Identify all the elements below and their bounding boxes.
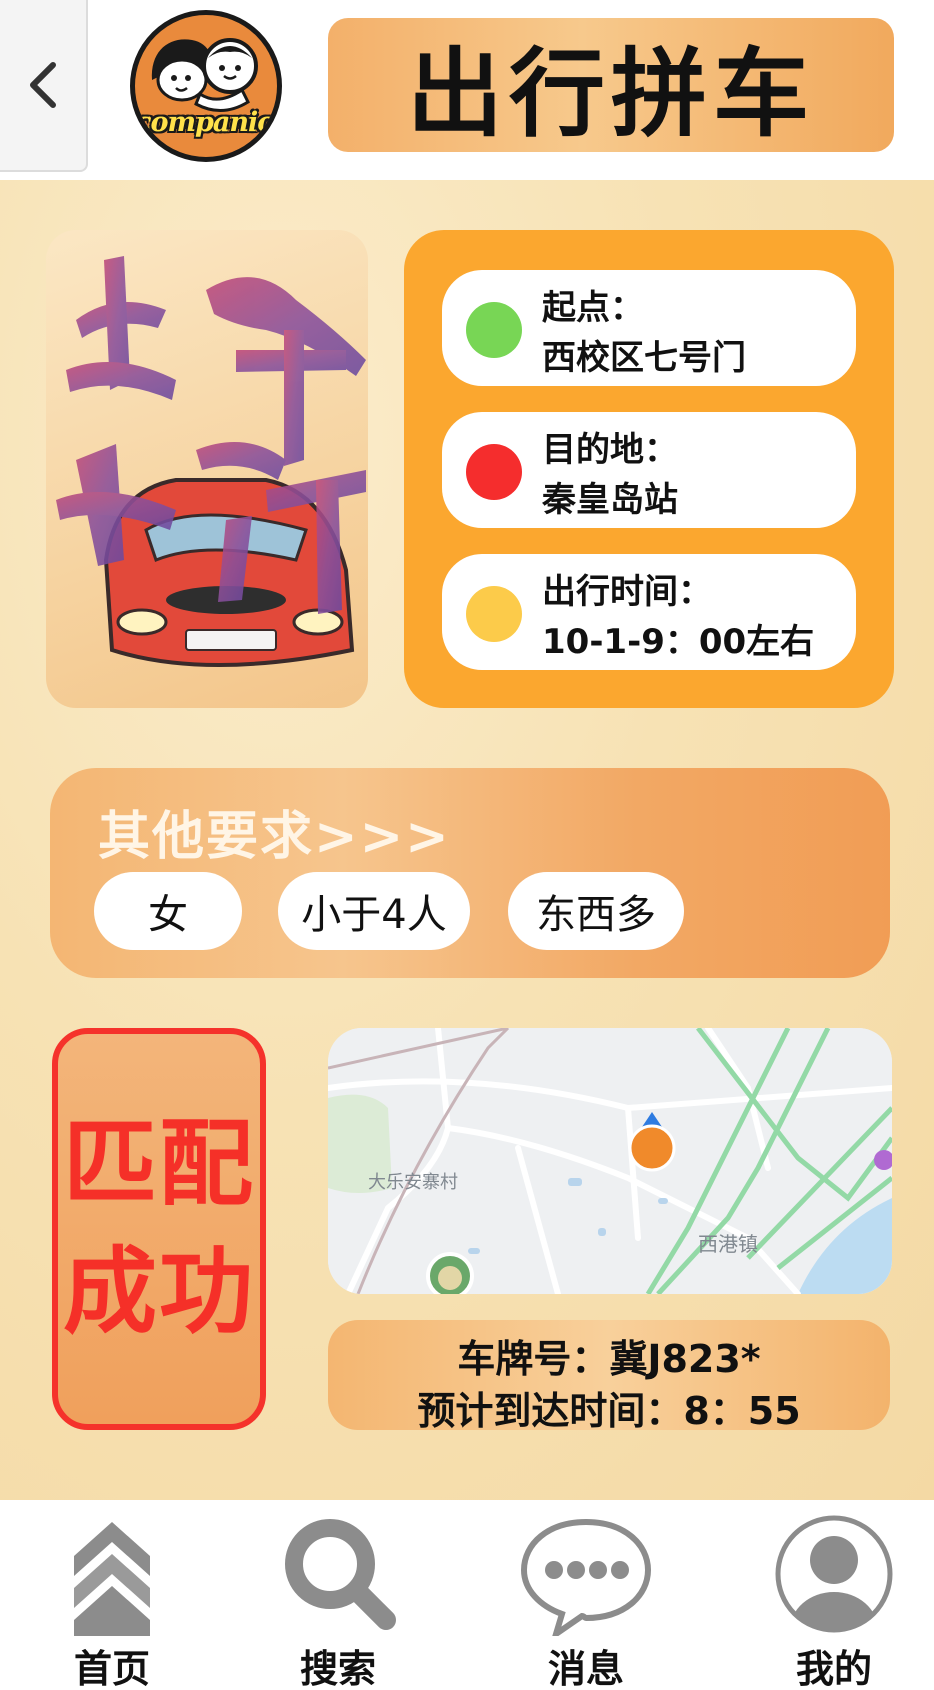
page-title: 出行拼车: [407, 37, 815, 150]
chevron-left-icon: [30, 62, 56, 108]
nav-messages-label: 消息: [547, 1647, 624, 1690]
match-line-2: 成功: [62, 1238, 255, 1347]
profile-avatar-icon: [775, 1515, 893, 1633]
estimated-arrival: 预计到达时间：8：55: [417, 1389, 801, 1433]
back-button[interactable]: [0, 0, 88, 172]
nav-home[interactable]: 首页: [42, 1512, 182, 1690]
time-dot-icon: [466, 586, 522, 642]
search-icon: [285, 1519, 396, 1630]
nav-home-label: 首页: [73, 1647, 150, 1690]
message-bubble-icon: [520, 1518, 652, 1636]
nav-search[interactable]: 搜索: [268, 1512, 408, 1690]
route-map[interactable]: 大乐安寨村 西港镇: [328, 1028, 892, 1294]
safe-travel-car-illustration: [56, 256, 366, 667]
destination-label: 目的地：: [542, 430, 678, 470]
time-label: 出行时间：: [542, 572, 712, 612]
companion-logo: companion: [130, 10, 282, 162]
destination-dot-icon: [466, 444, 522, 500]
home-chevrons-icon: [74, 1522, 150, 1636]
logo-text: companion: [135, 107, 282, 138]
route-time-row: 出行时间： 10-1-9：00左右: [442, 554, 856, 670]
requirement-tag[interactable]: 小于4人: [278, 872, 470, 950]
destination-value: 秦皇岛站: [542, 480, 678, 520]
nav-search-label: 搜索: [299, 1647, 376, 1690]
origin-label: 起点：: [542, 288, 644, 328]
companion-mascot-icon: [151, 38, 258, 112]
car-info-panel: 车牌号：冀J823* 预计到达时间：8：55: [328, 1320, 890, 1433]
page-title-banner: 出行拼车: [328, 18, 894, 152]
requirement-tag[interactable]: 东西多: [508, 872, 684, 950]
route-info-card: 起点： 西校区七号门 目的地： 秦皇岛站 出行时间： 10-1-9：00左右: [404, 230, 894, 708]
bottom-navigation: 首页 搜索 消息 我的: [0, 1500, 934, 1690]
map-label-village: 大乐安寨村: [368, 1172, 458, 1193]
route-origin-row: 起点： 西校区七号门: [442, 270, 856, 386]
match-line-1: 匹配: [62, 1110, 255, 1219]
origin-value: 西校区七号门: [542, 338, 746, 378]
safe-travel-poster: [46, 230, 368, 708]
map-roads: [328, 1028, 892, 1294]
match-success-badge: 匹配 成功: [52, 1028, 266, 1430]
license-plate: 车牌号：冀J823*: [457, 1337, 761, 1381]
nav-profile[interactable]: 我的: [764, 1512, 904, 1690]
map-label-town: 西港镇: [698, 1232, 758, 1256]
route-destination-row: 目的地： 秦皇岛站: [442, 412, 856, 528]
nav-messages[interactable]: 消息: [516, 1512, 656, 1690]
requirements-title: 其他要求>>>: [98, 807, 451, 867]
other-requirements-panel: 其他要求>>> 女 小于4人 东西多: [50, 768, 890, 978]
app-header: companion 出行拼车: [0, 0, 934, 180]
origin-dot-icon: [466, 302, 522, 358]
nav-profile-label: 我的: [795, 1647, 872, 1690]
time-value: 10-1-9：00左右: [542, 622, 815, 662]
requirement-tag[interactable]: 女: [94, 872, 242, 950]
